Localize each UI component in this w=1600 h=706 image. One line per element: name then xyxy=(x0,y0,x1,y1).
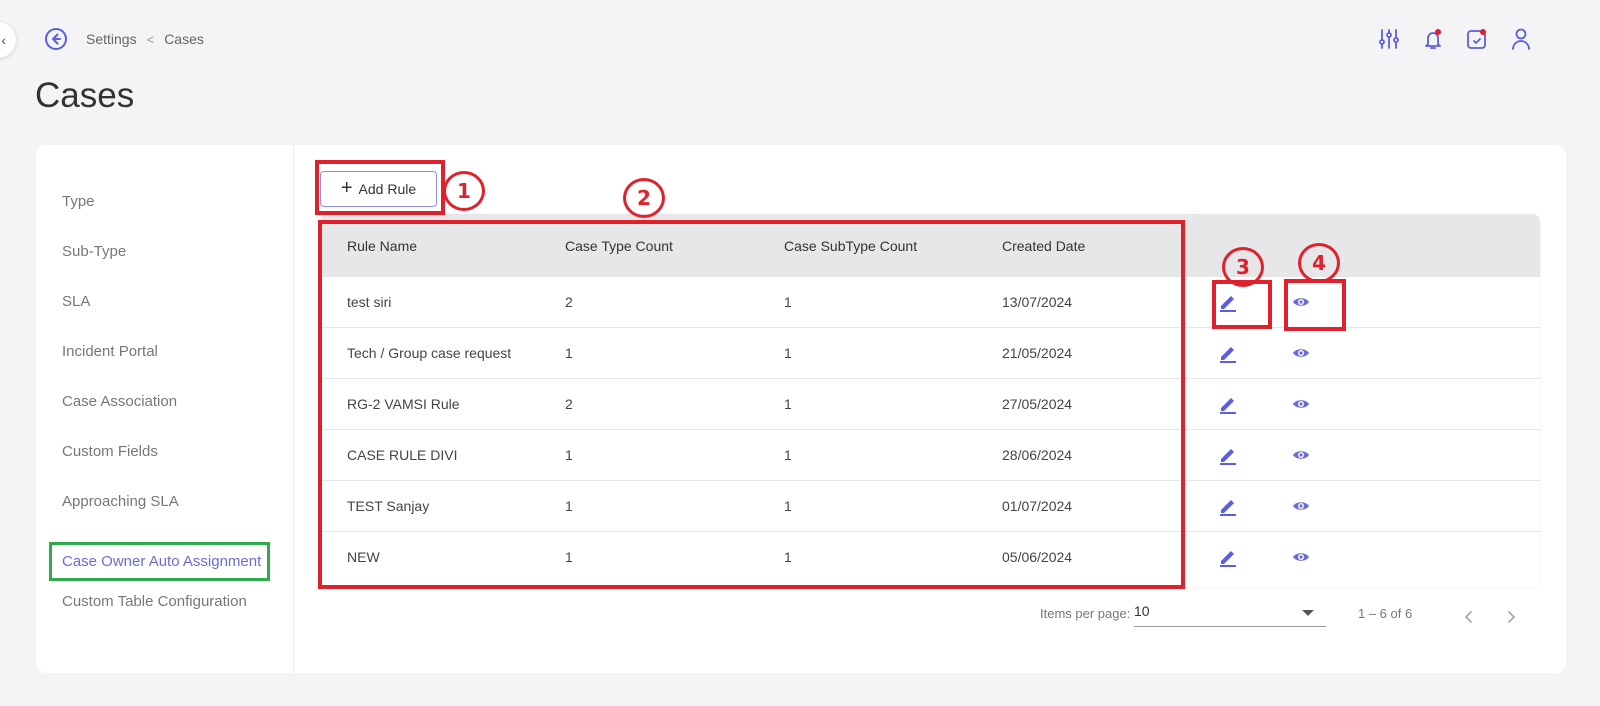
annotation-box-1 xyxy=(315,160,445,215)
breadcrumb-separator: < xyxy=(146,31,155,47)
sidebar-item-case-association[interactable]: Case Association xyxy=(62,393,177,410)
previous-page-icon[interactable] xyxy=(1462,610,1476,624)
breadcrumb-settings[interactable]: Settings xyxy=(86,31,137,47)
dropdown-caret-icon xyxy=(1302,610,1314,616)
annotation-label-2: 2 xyxy=(623,178,665,218)
sidebar-item-incident-portal[interactable]: Incident Portal xyxy=(62,343,158,360)
view-eye-icon[interactable] xyxy=(1288,544,1314,570)
annotation-box-3 xyxy=(1212,280,1272,329)
edit-icon[interactable] xyxy=(1215,544,1241,570)
breadcrumb: Settings < Cases xyxy=(86,31,204,47)
view-eye-icon[interactable] xyxy=(1288,391,1314,417)
edit-icon[interactable] xyxy=(1215,391,1241,417)
page-title: Cases xyxy=(35,76,135,115)
sidebar-item-sla[interactable]: SLA xyxy=(62,293,90,310)
items-per-page-label: Items per page: xyxy=(1040,606,1131,621)
sidebar-item-custom-table-configuration[interactable]: Custom Table Configuration xyxy=(62,593,247,610)
pagination-range: 1 – 6 of 6 xyxy=(1358,606,1413,621)
settings-sidebar: Type Sub-Type SLA Incident Portal Case A… xyxy=(36,145,294,673)
bell-icon[interactable] xyxy=(1420,26,1446,52)
calendar-check-icon[interactable] xyxy=(1464,26,1490,52)
annotation-box-2 xyxy=(318,220,1185,589)
top-bar: Settings < Cases xyxy=(0,0,1600,80)
breadcrumb-cases: Cases xyxy=(164,31,204,47)
sidebar-item-sub-type[interactable]: Sub-Type xyxy=(62,243,126,260)
items-per-page-value: 10 xyxy=(1134,603,1150,619)
active-item-highlight xyxy=(49,542,270,581)
edit-icon[interactable] xyxy=(1215,493,1241,519)
items-per-page-select[interactable]: 10 xyxy=(1134,603,1326,627)
annotation-label-1: 1 xyxy=(443,171,485,211)
sidebar-item-custom-fields[interactable]: Custom Fields xyxy=(62,443,158,460)
view-eye-icon[interactable] xyxy=(1288,493,1314,519)
back-arrow-icon[interactable] xyxy=(44,27,68,51)
view-eye-icon[interactable] xyxy=(1288,340,1314,366)
next-page-icon[interactable] xyxy=(1504,610,1518,624)
top-icon-group xyxy=(1376,26,1534,52)
sidebar-item-approaching-sla[interactable]: Approaching SLA xyxy=(62,493,179,510)
filter-sliders-icon[interactable] xyxy=(1376,26,1402,52)
annotation-label-4: 4 xyxy=(1298,243,1340,283)
edit-icon[interactable] xyxy=(1215,340,1241,366)
sidebar-item-type[interactable]: Type xyxy=(62,193,95,210)
user-profile-icon[interactable] xyxy=(1508,26,1534,52)
view-eye-icon[interactable] xyxy=(1288,442,1314,468)
edit-icon[interactable] xyxy=(1215,442,1241,468)
annotation-label-3: 3 xyxy=(1222,247,1264,287)
annotation-box-4 xyxy=(1284,279,1346,331)
